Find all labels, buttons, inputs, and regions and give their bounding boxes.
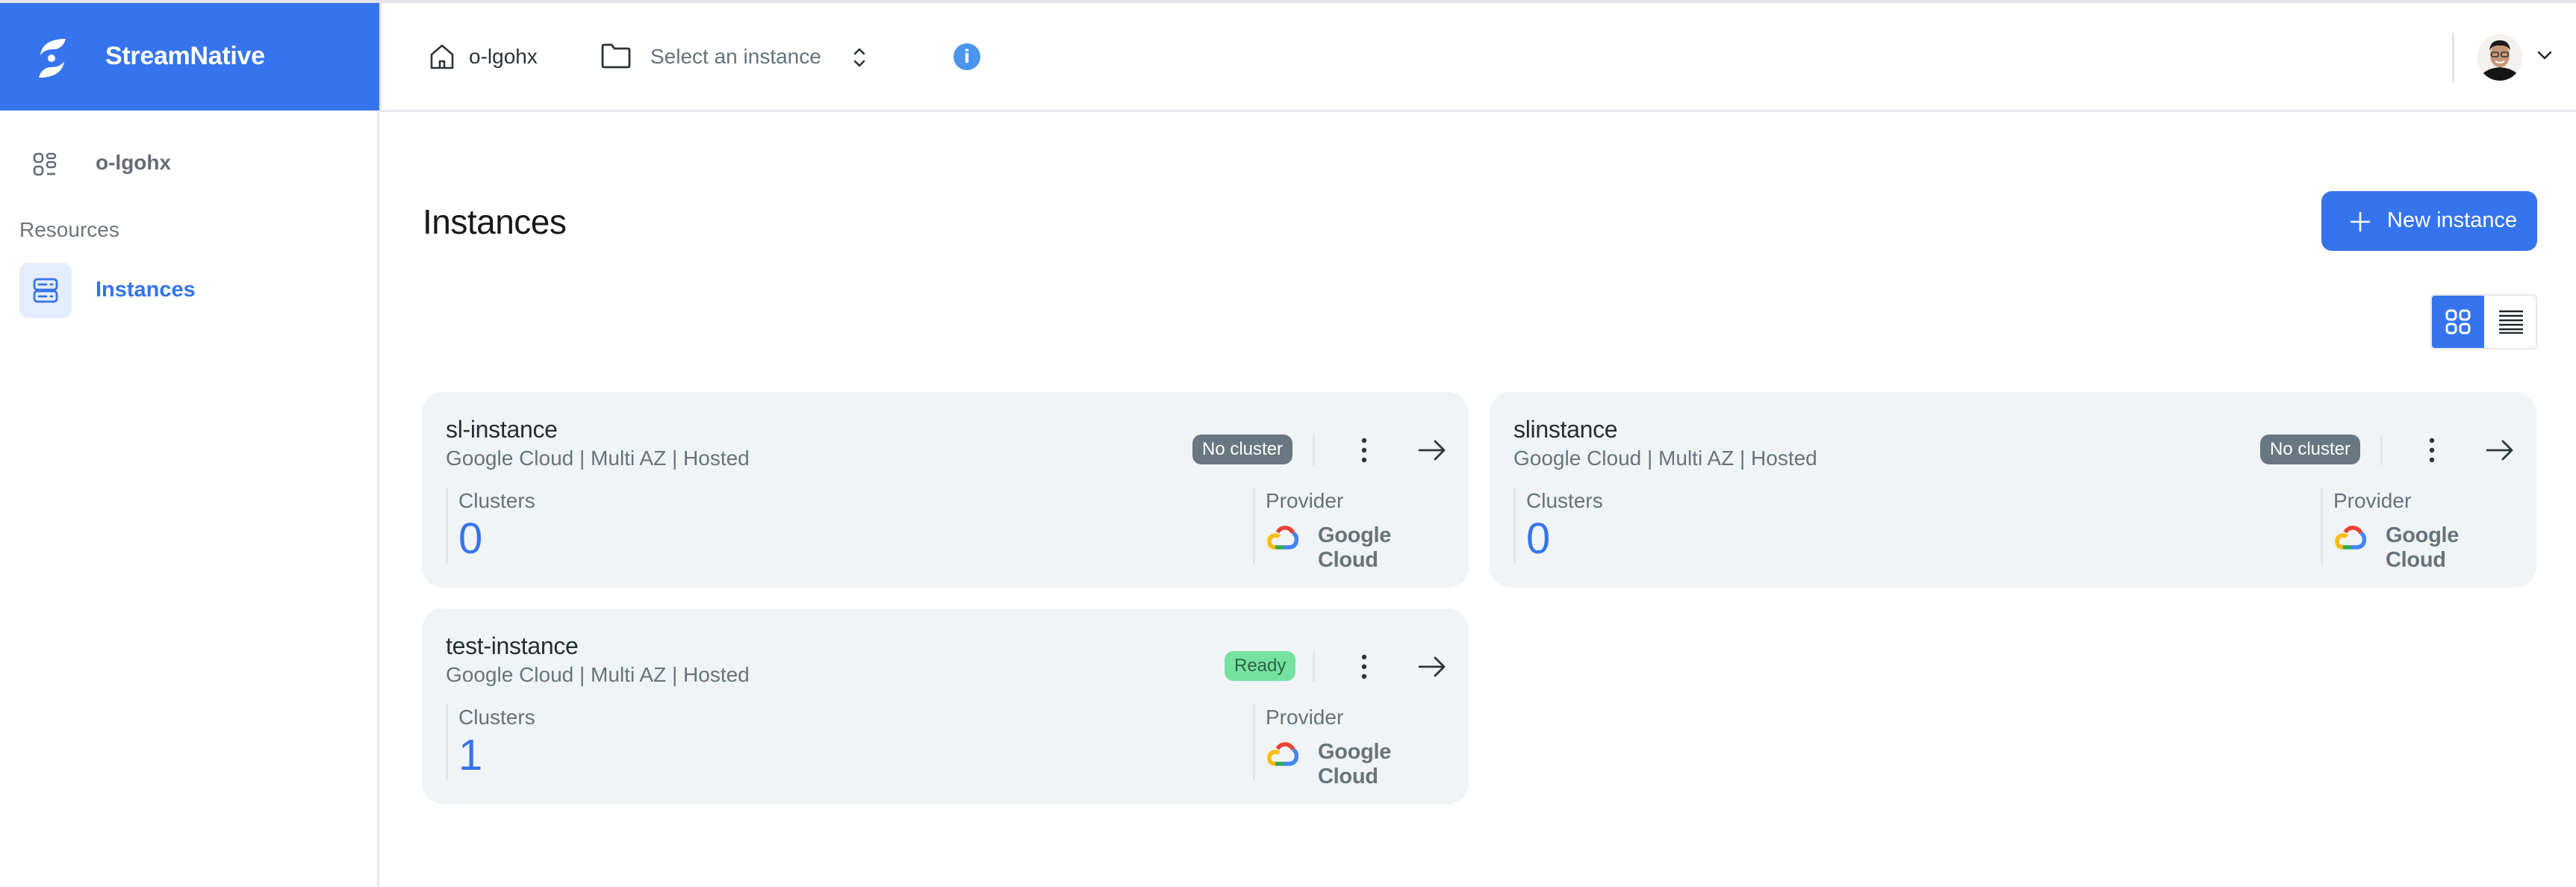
top-header: o-lgohx Select an instance i [379,3,2576,112]
provider-label: Provider [1266,489,1344,512]
more-options-icon[interactable] [1357,652,1372,682]
chevron-down-icon[interactable] [2536,49,2553,61]
list-view-button[interactable] [2484,296,2536,348]
clusters-label: Clusters [458,489,535,512]
instance-subtitle: Google Cloud | Multi AZ | Hosted [446,663,750,686]
sidebar: o-lgohx Resources Instances [0,112,379,887]
card-divider [1313,652,1315,682]
status-badge: No cluster [2260,435,2361,464]
instance-name[interactable]: test-instance [446,632,579,660]
instance-selector[interactable]: Select an instance [650,45,821,69]
clusters-label: Clusters [1526,489,1603,512]
new-instance-button[interactable]: New instance [2321,191,2537,251]
new-instance-label: New instance [2387,208,2518,232]
google-cloud-icon [1267,526,1298,550]
provider-name: Google Cloud [1318,740,1392,788]
arrow-right-icon[interactable] [1417,438,1447,462]
clusters-stat: Clusters 0 [1513,488,1603,564]
sidebar-item-org[interactable]: o-lgohx [0,142,377,187]
provider-name: Google Cloud [2386,523,2460,572]
status-badge: No cluster [1192,435,1293,464]
instance-card[interactable]: slinstance Google Cloud | Multi AZ | Hos… [1490,392,2536,588]
more-options-icon[interactable] [1357,435,1372,465]
instance-subtitle: Google Cloud | Multi AZ | Hosted [1513,446,1817,470]
brand-header[interactable]: StreamNative [0,3,379,111]
view-mode-toggle [2430,294,2537,349]
sidebar-item-icon-bg [19,263,72,318]
more-options-icon[interactable] [2424,435,2439,465]
sidebar-section-label: Resources [19,218,119,241]
instance-name[interactable]: sl-instance [446,416,558,444]
arrow-right-icon[interactable] [1417,655,1447,679]
clusters-count: 1 [458,731,483,779]
user-avatar[interactable] [2477,34,2522,81]
chevron-up-down-icon[interactable] [851,46,868,69]
list-view-icon [2499,310,2523,334]
instance-subtitle: Google Cloud | Multi AZ | Hosted [446,446,750,470]
brand-name: StreamNative [105,42,265,70]
clusters-count: 0 [1526,514,1551,563]
clusters-stat: Clusters 1 [446,704,535,780]
sidebar-item-instances[interactable]: Instances [19,263,370,318]
clusters-label: Clusters [458,706,535,729]
home-icon[interactable] [429,43,455,70]
header-divider [2452,33,2454,82]
avatar-photo-icon [2477,34,2522,81]
apps-grid-icon [33,152,57,176]
google-cloud-icon [2335,526,2366,550]
sidebar-org-label: o-lgohx [96,151,172,174]
google-cloud-icon [1267,742,1298,766]
page-title: Instances [423,202,567,241]
clusters-stat: Clusters 0 [446,488,535,564]
folder-icon [601,43,631,69]
provider-stat: Provider Google Cloud [2321,488,2515,572]
status-badge: Ready [1225,651,1296,681]
provider-label: Provider [2333,489,2412,512]
sidebar-item-label: Instances [96,278,196,302]
plus-icon [2350,211,2371,232]
server-stack-icon [33,278,58,303]
provider-stat: Provider Google Cloud [1253,488,1447,572]
provider-name: Google Cloud [1318,523,1392,572]
card-divider [2380,435,2383,465]
provider-stat: Provider Google Cloud [1253,704,1447,788]
instance-card[interactable]: sl-instance Google Cloud | Multi AZ | Ho… [422,392,1469,588]
provider-label: Provider [1266,706,1344,729]
instance-name[interactable]: slinstance [1513,416,1618,444]
instance-card[interactable]: test-instance Google Cloud | Multi AZ | … [422,609,1469,804]
grid-view-icon [2445,309,2471,334]
card-divider [1313,435,1315,465]
clusters-count: 0 [458,514,483,563]
breadcrumb-org[interactable]: o-lgohx [469,45,538,69]
grid-view-button[interactable] [2432,296,2484,348]
streamnative-logo-icon [39,39,66,78]
arrow-right-icon[interactable] [2485,438,2515,462]
info-icon[interactable]: i [953,43,980,70]
